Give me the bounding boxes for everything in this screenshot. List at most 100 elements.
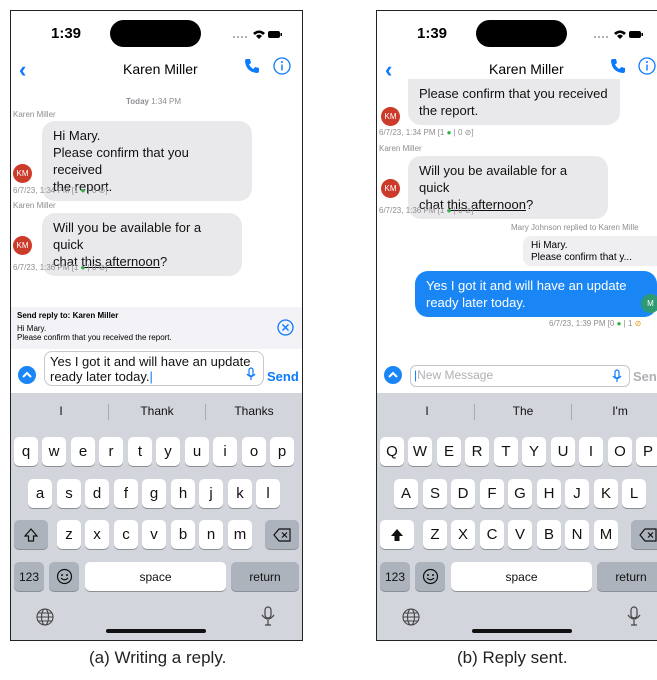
suggestion-item[interactable]: I'm (592, 404, 648, 418)
key[interactable]: b (171, 520, 195, 549)
key[interactable]: i (213, 437, 237, 466)
numbers-key[interactable]: 123 (14, 562, 44, 591)
key[interactable]: R (465, 437, 489, 466)
key[interactable]: j (199, 479, 223, 508)
globe-icon[interactable] (402, 608, 420, 626)
back-chevron-icon[interactable]: ‹ (385, 57, 392, 83)
info-circle-icon[interactable] (638, 57, 656, 75)
suggestion-item[interactable]: Thanks (226, 404, 282, 418)
key[interactable]: W (408, 437, 432, 466)
key[interactable]: C (480, 520, 504, 549)
key[interactable]: s (57, 479, 81, 508)
emoji-key[interactable] (49, 562, 79, 591)
suggestion-item[interactable]: Thank (129, 404, 185, 418)
space-key[interactable]: space (85, 562, 226, 591)
message-meta: 6/7/23, 1:39 PM [0 ● | 1 ⊘ (549, 319, 642, 328)
backspace-key[interactable] (631, 520, 657, 549)
microphone-icon[interactable] (612, 369, 622, 383)
phone-icon[interactable] (610, 58, 626, 74)
conversation-title: Karen Miller (489, 61, 564, 77)
shift-filled-icon (391, 528, 403, 541)
key[interactable]: x (85, 520, 109, 549)
key[interactable]: c (114, 520, 138, 549)
key[interactable]: M (594, 520, 618, 549)
shift-key[interactable] (14, 520, 48, 549)
key[interactable]: F (480, 479, 504, 508)
key[interactable]: N (565, 520, 589, 549)
key[interactable]: r (99, 437, 123, 466)
key[interactable]: P (636, 437, 657, 466)
key[interactable]: H (537, 479, 561, 508)
received-message-bubble[interactable]: Please confirm that you received the rep… (408, 79, 620, 125)
key[interactable]: V (508, 520, 532, 549)
message-meta: 6/7/23, 1:36 PM [1 ● | 0 ⊘] (379, 206, 474, 215)
key[interactable]: a (28, 479, 52, 508)
reply-quote-line: Please confirm that you received the rep… (17, 333, 172, 342)
backspace-key[interactable] (265, 520, 299, 549)
key[interactable]: B (537, 520, 561, 549)
message-input[interactable]: |New Message (410, 365, 630, 387)
suggestion-item[interactable]: The (495, 404, 551, 418)
key[interactable]: X (451, 520, 475, 549)
key[interactable]: g (142, 479, 166, 508)
key[interactable]: k (228, 479, 252, 508)
cancel-reply-icon[interactable] (277, 319, 294, 336)
key[interactable]: n (199, 520, 223, 549)
key[interactable]: U (551, 437, 575, 466)
info-circle-icon[interactable] (273, 57, 291, 75)
suggestion-item[interactable]: I (407, 404, 447, 418)
back-chevron-icon[interactable]: ‹ (19, 57, 26, 83)
expand-chevron-icon[interactable] (384, 366, 402, 384)
key[interactable]: K (594, 479, 618, 508)
key[interactable]: p (270, 437, 294, 466)
key[interactable]: d (85, 479, 109, 508)
microphone-icon[interactable] (246, 367, 256, 381)
key[interactable]: f (114, 479, 138, 508)
key[interactable]: E (437, 437, 461, 466)
key[interactable]: S (423, 479, 447, 508)
key[interactable]: q (14, 437, 38, 466)
send-button[interactable]: Send (633, 369, 657, 384)
key[interactable]: w (42, 437, 66, 466)
dictation-microphone-icon[interactable] (261, 606, 275, 626)
key[interactable]: l (256, 479, 280, 508)
key[interactable]: u (185, 437, 209, 466)
sent-message-bubble[interactable]: Yes I got it and will have an update rea… (415, 271, 657, 317)
key[interactable]: A (394, 479, 418, 508)
key[interactable]: v (142, 520, 166, 549)
suggestion-item[interactable]: I (41, 404, 81, 418)
key[interactable]: m (228, 520, 252, 549)
key[interactable]: t (128, 437, 152, 466)
key[interactable]: Z (423, 520, 447, 549)
key[interactable]: h (171, 479, 195, 508)
key[interactable]: y (156, 437, 180, 466)
key[interactable]: Q (380, 437, 404, 466)
emoji-key[interactable] (415, 562, 445, 591)
key[interactable]: D (451, 479, 475, 508)
key[interactable]: z (57, 520, 81, 549)
key[interactable]: T (494, 437, 518, 466)
numbers-key[interactable]: 123 (380, 562, 410, 591)
key[interactable]: J (565, 479, 589, 508)
key[interactable]: O (608, 437, 632, 466)
globe-icon[interactable] (36, 608, 54, 626)
expand-chevron-icon[interactable] (18, 366, 36, 384)
send-button[interactable]: Send (267, 369, 299, 384)
emoji-icon (56, 568, 72, 585)
space-key[interactable]: space (451, 562, 592, 591)
return-key[interactable]: return (597, 562, 657, 591)
message-input-text: Yes I got it and will have an update rea… (50, 354, 251, 384)
quoted-message[interactable]: Hi Mary. Please confirm that y... (523, 236, 657, 266)
phone-icon[interactable] (244, 58, 260, 74)
key[interactable]: e (71, 437, 95, 466)
key[interactable]: o (242, 437, 266, 466)
status-time: 1:39 (51, 25, 82, 42)
key[interactable]: G (508, 479, 532, 508)
key[interactable]: L (622, 479, 646, 508)
message-input[interactable]: Yes I got it and will have an update rea… (44, 351, 264, 386)
dictation-microphone-icon[interactable] (627, 606, 641, 626)
key[interactable]: Y (522, 437, 546, 466)
shift-key[interactable] (380, 520, 414, 549)
return-key[interactable]: return (231, 562, 299, 591)
key[interactable]: I (579, 437, 603, 466)
